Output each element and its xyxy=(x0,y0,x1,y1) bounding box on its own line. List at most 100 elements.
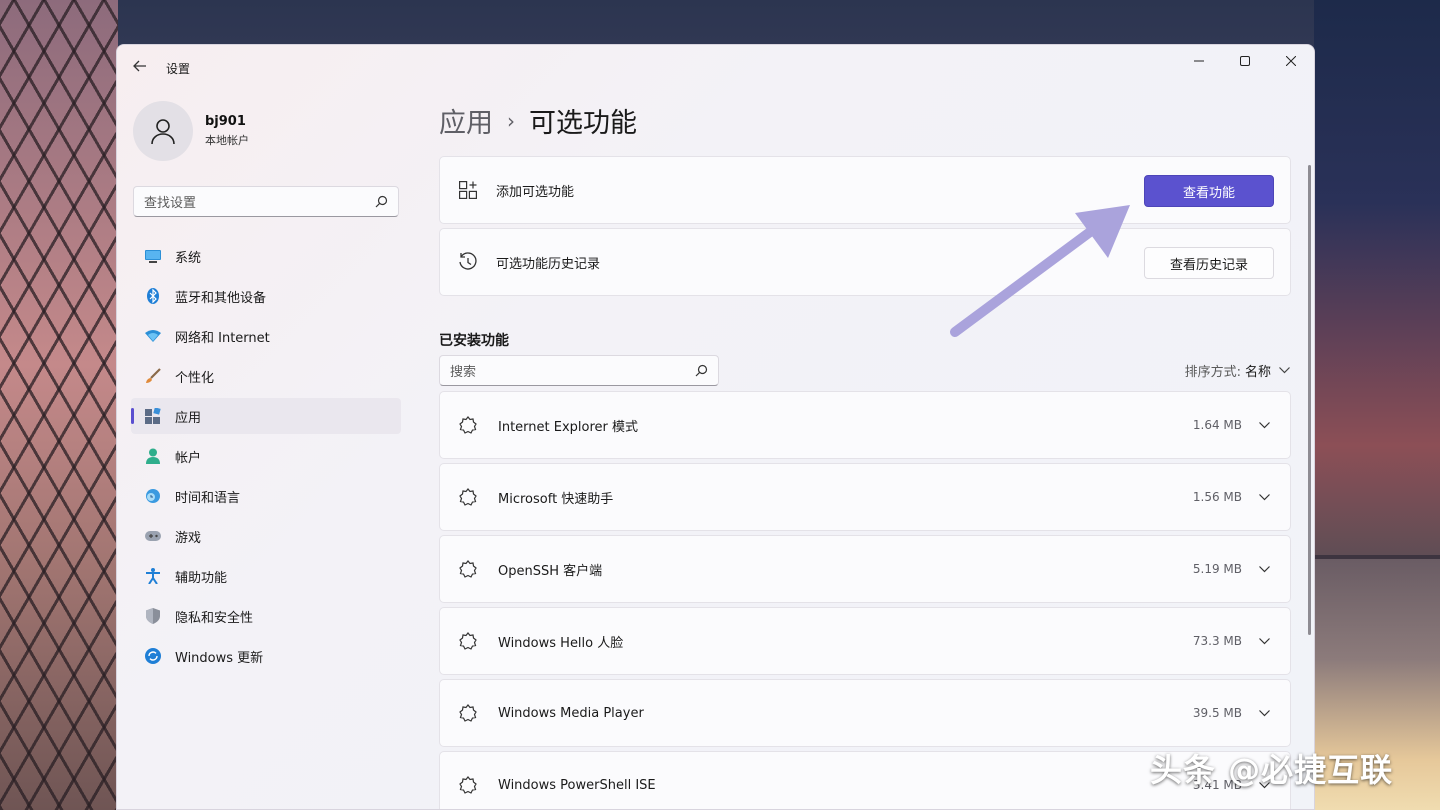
feature-item[interactable]: Microsoft 快速助手 1.56 MB xyxy=(439,463,1291,531)
page-title: 可选功能 xyxy=(529,108,637,139)
sidebar-item-label: 时间和语言 xyxy=(175,490,241,506)
feature-item[interactable]: OpenSSH 客户端 5.19 MB xyxy=(439,535,1291,603)
sidebar-item-privacy[interactable]: 隐私和安全性 xyxy=(131,598,401,634)
installed-search-placeholder: 搜索 xyxy=(450,365,477,380)
gamepad-icon xyxy=(145,528,161,544)
wifi-icon xyxy=(145,328,161,344)
sidebar-item-accessibility[interactable]: 辅助功能 xyxy=(131,558,401,594)
settings-window: 设置 bj901 本地帐户 查找设置 系统 蓝牙和其他设备 网络和 Intern… xyxy=(116,44,1315,810)
puzzle-gear-icon xyxy=(458,631,478,651)
puzzle-gear-icon xyxy=(458,415,478,435)
sidebar-item-label: 隐私和安全性 xyxy=(175,610,254,626)
brush-icon xyxy=(145,368,161,384)
sidebar-item-label: Windows 更新 xyxy=(175,650,264,666)
installed-features-search-input[interactable]: 搜索 xyxy=(439,355,719,386)
apps-icon xyxy=(145,408,161,424)
sidebar-item-accounts[interactable]: 帐户 xyxy=(131,438,401,474)
sidebar-item-apps[interactable]: 应用 xyxy=(131,398,401,434)
feature-item[interactable]: Windows Hello 人脸 73.3 MB xyxy=(439,607,1291,675)
sort-dropdown[interactable]: 排序方式: 名称 xyxy=(1185,361,1290,380)
sidebar-item-windows-update[interactable]: Windows 更新 xyxy=(131,638,401,674)
app-title: 设置 xyxy=(166,62,191,76)
breadcrumb-separator: › xyxy=(507,108,515,133)
sidebar-item-label: 辅助功能 xyxy=(175,570,228,586)
feature-name: Windows PowerShell ISE xyxy=(498,777,656,793)
sidebar-item-label: 系统 xyxy=(175,250,202,266)
breadcrumb: 应用 › 可选功能 xyxy=(439,101,637,140)
title-bar: 设置 xyxy=(117,45,1314,93)
feature-item[interactable]: Internet Explorer 模式 1.64 MB xyxy=(439,391,1291,459)
sidebar-item-gaming[interactable]: 游戏 xyxy=(131,518,401,554)
chevron-down-icon[interactable] xyxy=(1256,633,1272,649)
window-controls xyxy=(1176,45,1314,77)
wallpaper-fence xyxy=(0,0,118,810)
sidebar-item-label: 网络和 Internet xyxy=(175,330,270,346)
chevron-down-icon[interactable] xyxy=(1256,705,1272,721)
sidebar-item-bluetooth[interactable]: 蓝牙和其他设备 xyxy=(131,278,401,314)
bluetooth-icon xyxy=(145,288,161,304)
chevron-down-icon[interactable] xyxy=(1256,561,1272,577)
feature-size: 73.3 MB xyxy=(1192,634,1242,648)
sidebar-item-label: 蓝牙和其他设备 xyxy=(175,290,267,306)
sidebar-nav: 系统 蓝牙和其他设备 网络和 Internet 个性化 应用 帐户 时间和语言 xyxy=(131,238,401,678)
person-icon xyxy=(145,448,161,464)
installed-features-heading: 已安装功能 xyxy=(439,333,509,349)
feature-name: Microsoft 快速助手 xyxy=(498,491,614,507)
search-icon xyxy=(695,364,708,377)
view-history-button[interactable]: 查看历史记录 xyxy=(1144,247,1274,279)
feature-item[interactable]: Windows Media Player 39.5 MB xyxy=(439,679,1291,747)
watermark-text: 头条 @必捷互联 xyxy=(1150,751,1394,789)
back-arrow-icon[interactable] xyxy=(129,57,151,79)
maximize-icon xyxy=(1240,56,1250,66)
puzzle-gear-icon xyxy=(458,703,478,723)
chevron-down-icon xyxy=(1279,367,1290,374)
sidebar-item-personalization[interactable]: 个性化 xyxy=(131,358,401,394)
puzzle-gear-icon xyxy=(458,559,478,579)
puzzle-gear-icon xyxy=(458,487,478,507)
feature-name: OpenSSH 客户端 xyxy=(498,563,603,579)
feature-size: 1.56 MB xyxy=(1192,490,1242,504)
sidebar-item-time-language[interactable]: 时间和语言 xyxy=(131,478,401,514)
maximize-button[interactable] xyxy=(1222,45,1268,77)
shield-icon xyxy=(145,608,161,624)
user-profile[interactable]: bj901 本地帐户 xyxy=(133,101,249,161)
sidebar-item-label: 帐户 xyxy=(175,450,202,466)
settings-search-input[interactable]: 查找设置 xyxy=(133,186,399,217)
breadcrumb-parent-link[interactable]: 应用 xyxy=(439,101,493,140)
minimize-icon xyxy=(1194,60,1204,62)
add-optional-feature-card: 添加可选功能 查看功能 xyxy=(439,156,1291,224)
sidebar-item-label: 应用 xyxy=(175,410,202,426)
sidebar-item-system[interactable]: 系统 xyxy=(131,238,401,274)
sort-value: 名称 xyxy=(1244,365,1271,380)
sidebar-item-label: 个性化 xyxy=(175,370,215,386)
profile-name: bj901 xyxy=(205,114,246,129)
view-features-button[interactable]: 查看功能 xyxy=(1144,175,1274,207)
feature-size: 39.5 MB xyxy=(1192,706,1242,720)
chevron-down-icon[interactable] xyxy=(1256,417,1272,433)
add-grid-icon xyxy=(458,180,478,200)
feature-size: 5.19 MB xyxy=(1192,562,1242,576)
close-button[interactable] xyxy=(1268,45,1314,77)
sort-label: 排序方式: xyxy=(1184,365,1241,380)
settings-search-placeholder: 查找设置 xyxy=(144,196,197,211)
minimize-button[interactable] xyxy=(1176,45,1222,77)
feature-name: Windows Hello 人脸 xyxy=(498,635,624,651)
search-icon xyxy=(375,195,388,208)
clock-globe-icon xyxy=(145,488,161,504)
accessibility-icon xyxy=(145,568,161,584)
sidebar-item-network[interactable]: 网络和 Internet xyxy=(131,318,401,354)
feature-size: 1.64 MB xyxy=(1192,418,1242,432)
profile-account-type: 本地帐户 xyxy=(205,134,249,147)
scrollbar[interactable] xyxy=(1308,165,1311,635)
optional-feature-history-card: 可选功能历史记录 查看历史记录 xyxy=(439,228,1291,296)
feature-name: Windows Media Player xyxy=(498,705,644,721)
feature-name: Internet Explorer 模式 xyxy=(498,419,639,435)
update-icon xyxy=(145,648,161,664)
person-icon xyxy=(151,119,175,145)
chevron-down-icon[interactable] xyxy=(1256,489,1272,505)
monitor-icon xyxy=(145,248,161,264)
history-icon xyxy=(458,252,478,272)
sidebar-item-label: 游戏 xyxy=(175,530,202,546)
puzzle-gear-icon xyxy=(458,775,478,795)
avatar xyxy=(133,101,193,161)
